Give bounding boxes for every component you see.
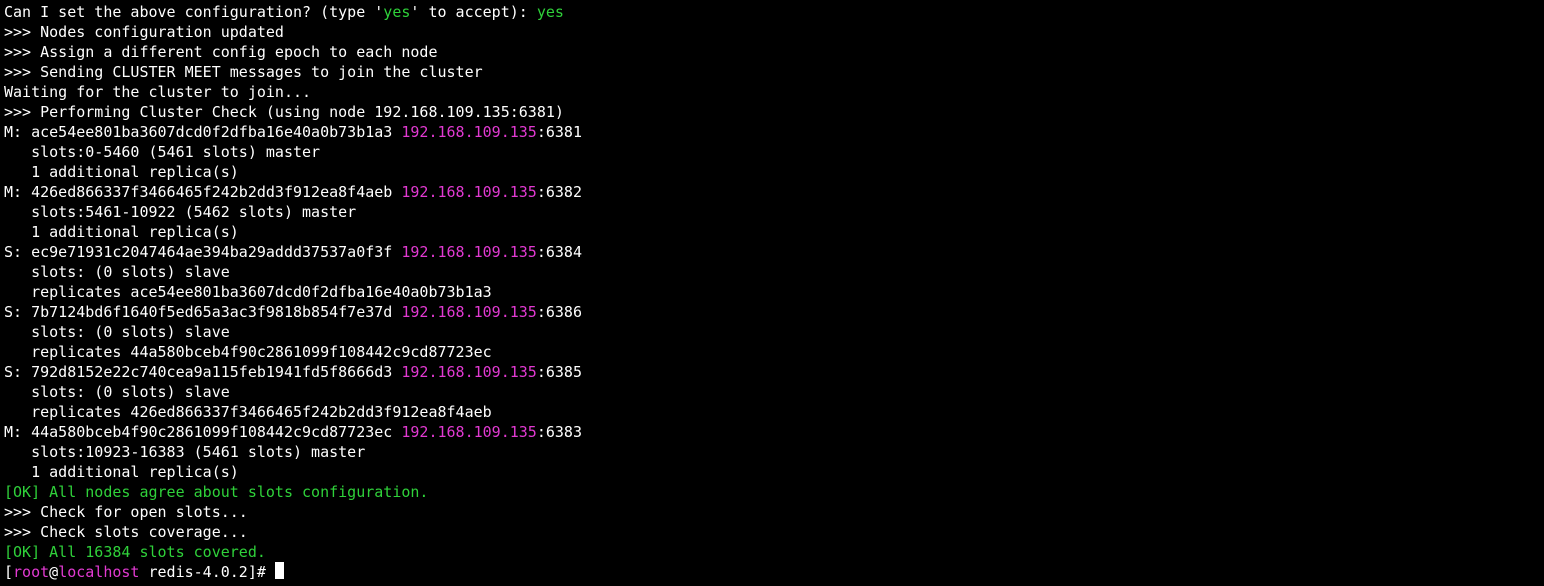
node-id: M: 426ed866337f3466465f242b2dd3f912ea8f4…: [4, 183, 401, 201]
prompt-yes-token: yes: [383, 3, 410, 21]
node-id: S: ec9e71931c2047464ae394ba29addd37537a0…: [4, 243, 401, 261]
terminal-line: S: 792d8152e22c740cea9a115feb1941fd5f866…: [4, 362, 1540, 382]
terminal-line: slots: (0 slots) slave: [4, 382, 1540, 402]
node-slots: slots: (0 slots) slave: [4, 323, 230, 341]
node-ip: 192.168.109.135: [401, 303, 536, 321]
node-slots: slots: (0 slots) slave: [4, 383, 230, 401]
terminal-line: replicates 426ed866337f3466465f242b2dd3f…: [4, 402, 1540, 422]
node-ip: 192.168.109.135: [401, 183, 536, 201]
shell-host: localhost: [58, 563, 139, 581]
prompt-text: Can I set the above configuration? (type…: [4, 3, 383, 21]
cursor[interactable]: [275, 562, 284, 579]
status-line: >>> Performing Cluster Check (using node: [4, 103, 374, 121]
terminal-line: Can I set the above configuration? (type…: [4, 2, 1540, 22]
shell-bracket: ]#: [248, 563, 275, 581]
terminal-line: >>> Assign a different config epoch to e…: [4, 42, 1540, 62]
terminal-line: 1 additional replica(s): [4, 222, 1540, 242]
terminal-line: slots: (0 slots) slave: [4, 262, 1540, 282]
terminal-line: slots:10923-16383 (5461 slots) master: [4, 442, 1540, 462]
status-line: >>> Check for open slots...: [4, 503, 248, 521]
node-slots: slots:0-5460 (5461 slots) master: [4, 143, 320, 161]
terminal-output[interactable]: Can I set the above configuration? (type…: [4, 2, 1540, 582]
node-extra: replicates 426ed866337f3466465f242b2dd3f…: [4, 403, 492, 421]
terminal-line: >>> Sending CLUSTER MEET messages to joi…: [4, 62, 1540, 82]
node-port: :6382: [537, 183, 582, 201]
status-line: >>> Check slots coverage...: [4, 523, 248, 541]
node-address: 192.168.109.135:6381: [374, 103, 555, 121]
terminal-line: slots:5461-10922 (5462 slots) master: [4, 202, 1540, 222]
shell-dir: redis-4.0.2: [139, 563, 247, 581]
status-line: >>> Nodes configuration updated: [4, 23, 284, 41]
terminal-line: >>> Check for open slots...: [4, 502, 1540, 522]
node-extra: 1 additional replica(s): [4, 223, 239, 241]
terminal-line: slots:0-5460 (5461 slots) master: [4, 142, 1540, 162]
status-line: Waiting for the cluster to join...: [4, 83, 311, 101]
user-input[interactable]: yes: [537, 3, 564, 21]
node-port: :6385: [537, 363, 582, 381]
terminal-line: 1 additional replica(s): [4, 162, 1540, 182]
node-extra: 1 additional replica(s): [4, 463, 239, 481]
node-port: :6383: [537, 423, 582, 441]
terminal-line: [OK] All nodes agree about slots configu…: [4, 482, 1540, 502]
terminal-line: M: ace54ee801ba3607dcd0f2dfba16e40a0b73b…: [4, 122, 1540, 142]
node-extra: replicates 44a580bceb4f90c2861099f108442…: [4, 343, 492, 361]
shell-at: @: [49, 563, 58, 581]
terminal-line: Waiting for the cluster to join...: [4, 82, 1540, 102]
node-ip: 192.168.109.135: [401, 423, 536, 441]
node-port: :6381: [537, 123, 582, 141]
terminal-line: 1 additional replica(s): [4, 462, 1540, 482]
node-id: M: ace54ee801ba3607dcd0f2dfba16e40a0b73b…: [4, 123, 401, 141]
terminal-line: >>> Check slots coverage...: [4, 522, 1540, 542]
node-ip: 192.168.109.135: [401, 363, 536, 381]
node-port: :6386: [537, 303, 582, 321]
ok-line: [OK] All 16384 slots covered.: [4, 543, 266, 561]
node-extra: 1 additional replica(s): [4, 163, 239, 181]
terminal-line: [OK] All 16384 slots covered.: [4, 542, 1540, 562]
terminal-line: M: 426ed866337f3466465f242b2dd3f912ea8f4…: [4, 182, 1540, 202]
shell-user: root: [13, 563, 49, 581]
node-port: :6384: [537, 243, 582, 261]
status-line: >>> Sending CLUSTER MEET messages to joi…: [4, 63, 483, 81]
node-slots: slots:5461-10922 (5462 slots) master: [4, 203, 356, 221]
prompt-text: ' to accept):: [410, 3, 536, 21]
terminal-line: replicates 44a580bceb4f90c2861099f108442…: [4, 342, 1540, 362]
node-id: S: 792d8152e22c740cea9a115feb1941fd5f866…: [4, 363, 401, 381]
shell-bracket: [: [4, 563, 13, 581]
terminal-line: replicates ace54ee801ba3607dcd0f2dfba16e…: [4, 282, 1540, 302]
terminal-line: slots: (0 slots) slave: [4, 322, 1540, 342]
terminal-line: [root@localhost redis-4.0.2]#: [4, 562, 1540, 582]
node-slots: slots: (0 slots) slave: [4, 263, 230, 281]
ok-line: [OK] All nodes agree about slots configu…: [4, 483, 428, 501]
node-ip: 192.168.109.135: [401, 123, 536, 141]
terminal-line: >>> Performing Cluster Check (using node…: [4, 102, 1540, 122]
node-id: S: 7b7124bd6f1640f5ed65a3ac3f9818b854f7e…: [4, 303, 401, 321]
node-ip: 192.168.109.135: [401, 243, 536, 261]
node-extra: replicates ace54ee801ba3607dcd0f2dfba16e…: [4, 283, 492, 301]
status-line: ): [555, 103, 564, 121]
terminal-line: >>> Nodes configuration updated: [4, 22, 1540, 42]
terminal-line: M: 44a580bceb4f90c2861099f108442c9cd8772…: [4, 422, 1540, 442]
terminal-line: S: ec9e71931c2047464ae394ba29addd37537a0…: [4, 242, 1540, 262]
terminal-line: S: 7b7124bd6f1640f5ed65a3ac3f9818b854f7e…: [4, 302, 1540, 322]
status-line: >>> Assign a different config epoch to e…: [4, 43, 437, 61]
node-id: M: 44a580bceb4f90c2861099f108442c9cd8772…: [4, 423, 401, 441]
node-slots: slots:10923-16383 (5461 slots) master: [4, 443, 365, 461]
